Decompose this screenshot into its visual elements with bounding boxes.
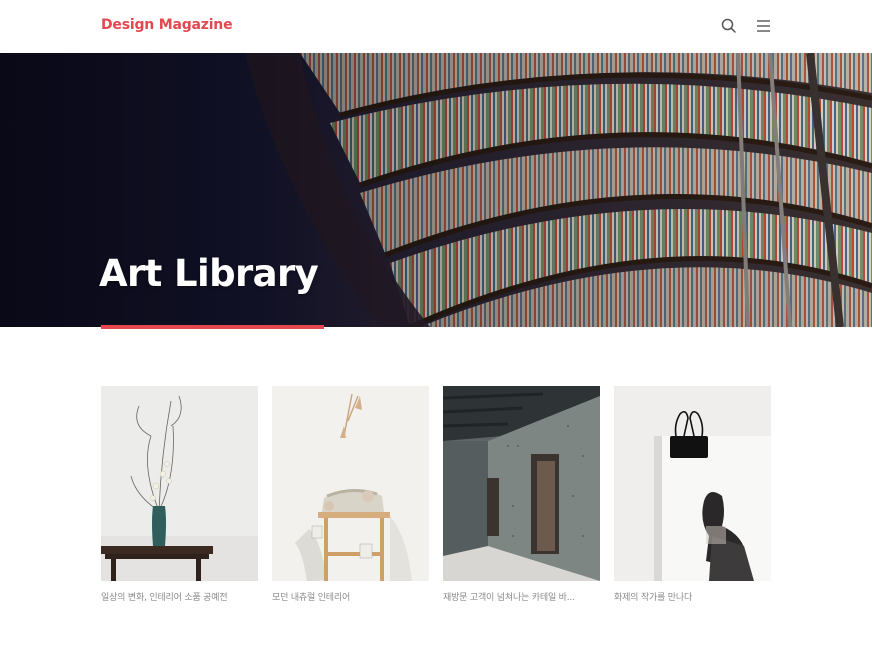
article-card-3[interactable]: 재방문 고객이 넘쳐나는 카테일 바...	[443, 386, 600, 603]
article-card-caption: 재방문 고객이 넘쳐나는 카테일 바...	[443, 593, 575, 603]
wooden-stool-with-knit-photo	[272, 386, 429, 581]
article-card-1[interactable]: 일상의 변화, 인테리어 소품 공예전	[101, 386, 258, 603]
vase-with-branches-photo	[101, 386, 258, 581]
article-card-grid: 일상의 변화, 인테리어 소품 공예전 모던 내츄럴 인테리어 재방문 고객이 …	[101, 386, 771, 616]
site-header: Design Magazine	[0, 0, 872, 53]
article-card-caption: 모던 내츄럴 인테리어	[272, 593, 351, 603]
article-card-caption: 화제의 작가를 만나다	[614, 593, 693, 603]
hero-banner: Art Library	[0, 53, 872, 327]
hero-title: Art Library	[99, 252, 319, 295]
concrete-corridor-photo	[443, 386, 600, 581]
article-card-caption: 일상의 변화, 인테리어 소품 공예전	[101, 593, 228, 603]
hamburger-menu-icon[interactable]	[754, 16, 774, 36]
site-logo[interactable]: Design Magazine	[101, 17, 233, 33]
article-card-2[interactable]: 모던 내츄럴 인테리어	[272, 386, 429, 603]
hero-title-underline	[101, 325, 324, 329]
search-icon[interactable]	[719, 16, 739, 36]
magazine-with-binder-clip-photo	[614, 386, 771, 581]
article-card-4[interactable]: 화제의 작가를 만나다	[614, 386, 771, 603]
